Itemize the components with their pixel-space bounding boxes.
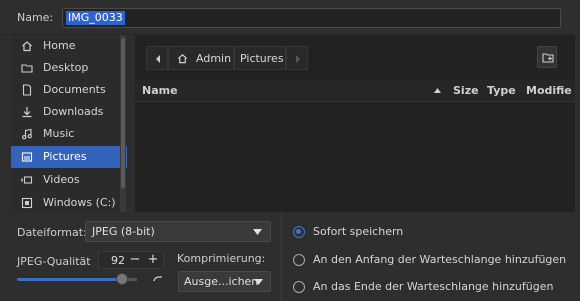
jpeg-quality-value: 92 bbox=[111, 254, 125, 267]
file-format-select[interactable]: JPEG (8-bit) bbox=[85, 221, 271, 242]
sidebar-item-label: Documents bbox=[43, 83, 106, 96]
sidebar-item-label: Windows (C:) bbox=[43, 196, 116, 209]
compression-select[interactable]: Ausge...ichen bbox=[178, 271, 271, 292]
chevron-left-icon bbox=[156, 55, 160, 63]
filename-value: IMG_0033 bbox=[66, 11, 125, 25]
radio-queue-end[interactable]: An das Ende der Warteschlange hinzufügen bbox=[293, 280, 553, 298]
path-back-button[interactable] bbox=[146, 46, 168, 70]
sidebar-item-downloads[interactable]: Downloads bbox=[11, 101, 127, 123]
folder-icon bbox=[21, 64, 33, 73]
sidebar-item-label: Downloads bbox=[43, 105, 104, 118]
sidebar-item-videos[interactable]: Videos bbox=[11, 169, 127, 191]
chevron-down-icon bbox=[253, 229, 262, 235]
breadcrumb-label: Pictures bbox=[240, 52, 284, 65]
new-folder-icon bbox=[542, 53, 554, 63]
radio-save-immediately[interactable]: Sofort speichern bbox=[293, 225, 553, 243]
home-icon bbox=[177, 54, 188, 64]
jpeg-quality-label: JPEG-Qualität bbox=[17, 255, 91, 268]
compression-label: Komprimierung: bbox=[177, 252, 266, 265]
column-size[interactable]: Size bbox=[453, 84, 479, 97]
places-sidebar: Home Desktop Documents Downloads Music P… bbox=[11, 35, 127, 212]
video-icon bbox=[21, 176, 33, 184]
radio-label: An das Ende der Warteschlange hinzufügen bbox=[313, 280, 554, 293]
breadcrumb-label: Admin bbox=[196, 52, 232, 65]
home-icon bbox=[22, 41, 32, 52]
chevron-right-icon bbox=[296, 55, 300, 63]
file-format-value: JPEG (8-bit) bbox=[92, 225, 155, 238]
radio-button-icon bbox=[293, 226, 305, 238]
sort-ascending-icon[interactable] bbox=[434, 88, 441, 93]
filename-input[interactable]: IMG_0033 bbox=[62, 8, 561, 28]
radio-label: An den Anfang der Warteschlange hinzufüg… bbox=[313, 253, 567, 266]
quality-increase-button[interactable]: + bbox=[145, 252, 161, 268]
music-icon bbox=[22, 128, 32, 140]
sidebar-item-documents[interactable]: Documents bbox=[11, 79, 127, 101]
jpeg-quality-spinbox[interactable]: 92 − + bbox=[98, 251, 164, 269]
sidebar-item-label: Videos bbox=[43, 173, 80, 186]
radio-button-icon bbox=[293, 281, 305, 293]
sidebar-item-label: Desktop bbox=[43, 61, 89, 74]
sidebar-item-desktop[interactable]: Desktop bbox=[11, 57, 127, 79]
sidebar-item-label: Home bbox=[43, 39, 76, 52]
download-icon bbox=[22, 107, 32, 118]
sidebar-item-windows-c[interactable]: Windows (C:) bbox=[11, 192, 127, 214]
sidebar-item-pictures[interactable]: Pictures bbox=[11, 146, 127, 168]
document-icon bbox=[22, 84, 32, 96]
reset-icon[interactable] bbox=[153, 275, 163, 285]
path-forward-button[interactable] bbox=[286, 46, 308, 70]
file-format-label: Dateiformat: bbox=[17, 226, 87, 239]
radio-label: Sofort speichern bbox=[313, 225, 404, 238]
sidebar-item-home[interactable]: Home bbox=[11, 35, 127, 57]
sidebar-item-label: Pictures bbox=[43, 150, 87, 163]
radio-queue-start[interactable]: An den Anfang der Warteschlange hinzufüg… bbox=[293, 253, 566, 271]
file-list-header: Name Size Type Modifie bbox=[135, 80, 575, 102]
breadcrumb: Admin Pictures bbox=[146, 46, 308, 70]
column-name[interactable]: Name bbox=[142, 84, 178, 97]
column-modified[interactable]: Modifie bbox=[526, 84, 572, 97]
radio-button-icon bbox=[293, 254, 305, 266]
quality-decrease-button[interactable]: − bbox=[127, 252, 143, 268]
chevron-down-icon bbox=[254, 279, 263, 285]
new-folder-button[interactable] bbox=[537, 46, 557, 68]
sidebar-scrollbar-thumb[interactable] bbox=[121, 38, 125, 188]
breadcrumb-pictures[interactable]: Pictures bbox=[234, 46, 286, 70]
divider bbox=[281, 212, 282, 301]
breadcrumb-admin[interactable]: Admin bbox=[168, 46, 234, 70]
column-type[interactable]: Type bbox=[487, 84, 516, 97]
sidebar-item-label: Music bbox=[43, 127, 75, 140]
sidebar-item-music[interactable]: Music bbox=[11, 123, 127, 145]
quality-slider-handle[interactable] bbox=[116, 273, 128, 285]
drive-icon bbox=[21, 197, 33, 209]
name-label: Name: bbox=[17, 11, 54, 24]
compression-value: Ausge...ichen bbox=[184, 275, 259, 288]
picture-icon bbox=[21, 152, 33, 162]
